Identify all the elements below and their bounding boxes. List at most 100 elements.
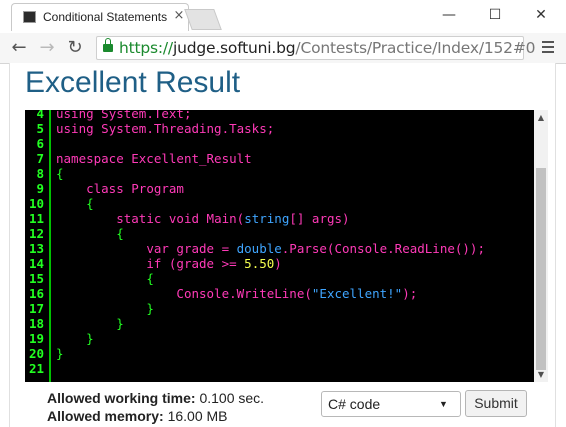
url-scheme: https://	[119, 39, 173, 57]
code-line: using System.Text;	[56, 110, 191, 121]
line-number: 17	[28, 301, 44, 316]
code-token: {	[146, 271, 154, 286]
new-tab-button[interactable]	[184, 9, 222, 30]
line-number: 15	[28, 271, 44, 286]
line-number: 11	[28, 211, 44, 226]
reload-icon[interactable]: ↻	[64, 37, 86, 59]
line-number: 21	[28, 361, 44, 376]
address-url: https://judge.softuni.bg/Contests/Practi…	[119, 39, 535, 57]
code-line: {	[56, 271, 154, 286]
line-number: 16	[28, 286, 44, 301]
code-token: (grade >=	[161, 256, 245, 271]
time-limit: Allowed working time: 0.100 sec.	[47, 390, 264, 406]
chevron-down-icon: ▼	[439, 399, 448, 409]
code-line: }	[56, 331, 94, 346]
address-bar[interactable]: https://judge.softuni.bg/Contests/Practi…	[96, 36, 535, 60]
code-token: if	[146, 256, 162, 271]
forward-icon[interactable]: →	[36, 37, 58, 59]
code-token: static void	[116, 211, 200, 226]
time-limit-label: Allowed working time:	[47, 390, 196, 406]
time-limit-value: 0.100 sec.	[199, 390, 265, 406]
submit-button[interactable]: Submit	[465, 390, 527, 417]
url-host: judge.softuni.bg	[172, 39, 296, 57]
tab-conditional-statements[interactable]: Conditional Statements ×	[11, 3, 189, 31]
lock-icon	[103, 38, 113, 52]
browser-menu-icon[interactable]	[540, 38, 556, 58]
line-number: 19	[28, 331, 44, 346]
line-number: 4	[36, 110, 44, 121]
line-number: 20	[28, 346, 44, 361]
code-token: {	[86, 196, 94, 211]
code-token: Excellent_Result	[123, 151, 252, 166]
tab-title: Conditional Statements	[43, 10, 168, 24]
memory-limit-label: Allowed memory:	[47, 408, 164, 424]
code-token: }	[116, 316, 124, 331]
minimize-icon[interactable]: —	[434, 3, 464, 27]
code-token: {	[116, 226, 124, 241]
code-token: }	[86, 331, 94, 346]
url-path: /Contests/Practice/Index/152#0	[295, 39, 536, 57]
code-token: class	[86, 181, 124, 196]
code-line: {	[56, 166, 64, 181]
line-number: 18	[28, 316, 44, 331]
code-line: static void Main(string[] args)	[56, 211, 350, 226]
code-token: double	[236, 241, 282, 256]
code-token: }	[56, 346, 64, 361]
close-window-icon[interactable]: ✕	[526, 3, 556, 27]
page-title: Excellent Result	[25, 66, 241, 99]
code-editor[interactable]: 4 5 6 7 8 9 10 11 12 13 14 15 16 17 18 19 20 21 using Sys…	[25, 110, 534, 382]
scrollbar-thumb[interactable]	[536, 168, 546, 370]
code-line: using System.Threading.Tasks;	[56, 121, 274, 136]
code-line: }	[56, 346, 64, 361]
code-token: 5.50	[244, 256, 275, 271]
memory-limit: Allowed memory: 16.00 MB	[47, 408, 228, 424]
browser-titlebar: Conditional Statements × — ☐ ✕	[0, 0, 566, 33]
line-number: 6	[36, 136, 44, 151]
code-token: var	[146, 241, 169, 256]
code-token: System.Text;	[93, 110, 192, 121]
page-favicon-icon	[23, 11, 36, 23]
line-number: 14	[28, 256, 44, 271]
editor-scrollbar[interactable]: ▲ ▼	[534, 110, 548, 382]
code-line: if (grade >= 5.50)	[56, 256, 282, 271]
maximize-icon[interactable]: ☐	[480, 3, 510, 27]
code-line: var grade = double.Parse(Console.ReadLin…	[56, 241, 485, 256]
memory-limit-value: 16.00 MB	[167, 408, 228, 424]
code-token: [] args)	[289, 211, 350, 226]
code-line: }	[56, 316, 124, 331]
code-line: {	[56, 226, 124, 241]
code-token: )	[274, 256, 282, 271]
code-token: }	[146, 301, 154, 316]
line-number: 5	[36, 121, 44, 136]
line-number: 13	[28, 241, 44, 256]
code-token: grade =	[168, 241, 237, 256]
line-number: 12	[28, 226, 44, 241]
language-select-value: C# code	[328, 396, 381, 412]
code-line: {	[56, 196, 94, 211]
scroll-up-icon[interactable]: ▲	[534, 111, 548, 125]
line-number-gutter: 4 5 6 7 8 9 10 11 12 13 14 15 16 17 18 19 20 21	[25, 110, 51, 382]
browser-toolbar: ← → ↻ https://judge.softuni.bg/Contests/…	[0, 33, 566, 64]
code-token: using	[56, 121, 94, 136]
tab-close-icon[interactable]: ×	[172, 9, 186, 23]
line-number: 9	[36, 181, 44, 196]
scroll-down-icon[interactable]: ▼	[534, 368, 548, 382]
code-token: .Parse(Console.ReadLine());	[281, 241, 485, 256]
code-token: Program	[123, 181, 184, 196]
code-line: Console.WriteLine("Excellent!");	[56, 286, 417, 301]
code-token: Console.WriteLine(	[176, 286, 312, 301]
back-icon[interactable]: ←	[8, 37, 30, 59]
language-select[interactable]: C# code ▼	[321, 391, 461, 417]
line-number: 8	[36, 166, 44, 181]
code-line: }	[56, 301, 154, 316]
